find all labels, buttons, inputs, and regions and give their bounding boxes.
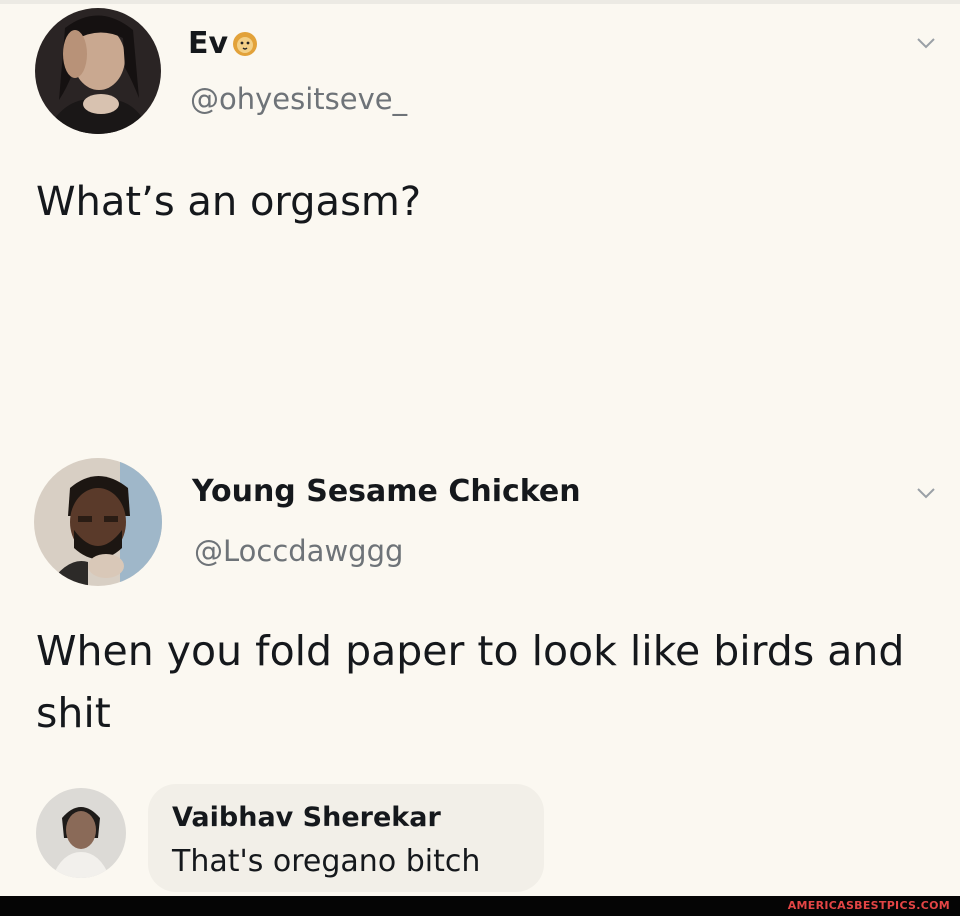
tweet-ev: Ev @ohyesitseve_ What’s an orgasm? <box>0 0 960 420</box>
lion-face-icon <box>232 30 258 65</box>
avatar-ev[interactable] <box>35 8 161 134</box>
display-name[interactable]: Ev <box>188 26 258 65</box>
avatar-young-sesame-chicken[interactable] <box>34 458 162 586</box>
avatar-vaibhav-sherekar[interactable] <box>36 788 126 878</box>
comment-text: That's oregano bitch <box>172 844 481 879</box>
tweet-young-sesame-chicken: Young Sesame Chicken @Loccdawggg When yo… <box>0 440 960 780</box>
watermark: AMERICASBESTPICS.COM <box>787 899 950 912</box>
tweet-text: When you fold paper to look like birds a… <box>36 627 905 737</box>
chevron-down-icon[interactable] <box>916 484 936 503</box>
footer-bar: AMERICASBESTPICS.COM <box>0 896 960 916</box>
comment-bubble: Vaibhav Sherekar That's oregano bitch <box>148 784 544 892</box>
comment-author[interactable]: Vaibhav Sherekar <box>172 802 441 833</box>
user-handle[interactable]: @Loccdawggg <box>194 534 403 568</box>
user-handle[interactable]: @ohyesitseve_ <box>190 82 407 116</box>
comment: Vaibhav Sherekar That's oregano bitch <box>0 780 960 900</box>
display-name[interactable]: Young Sesame Chicken <box>192 474 581 509</box>
chevron-down-icon[interactable] <box>916 34 936 53</box>
tweet-text: What’s an orgasm? <box>36 179 422 225</box>
